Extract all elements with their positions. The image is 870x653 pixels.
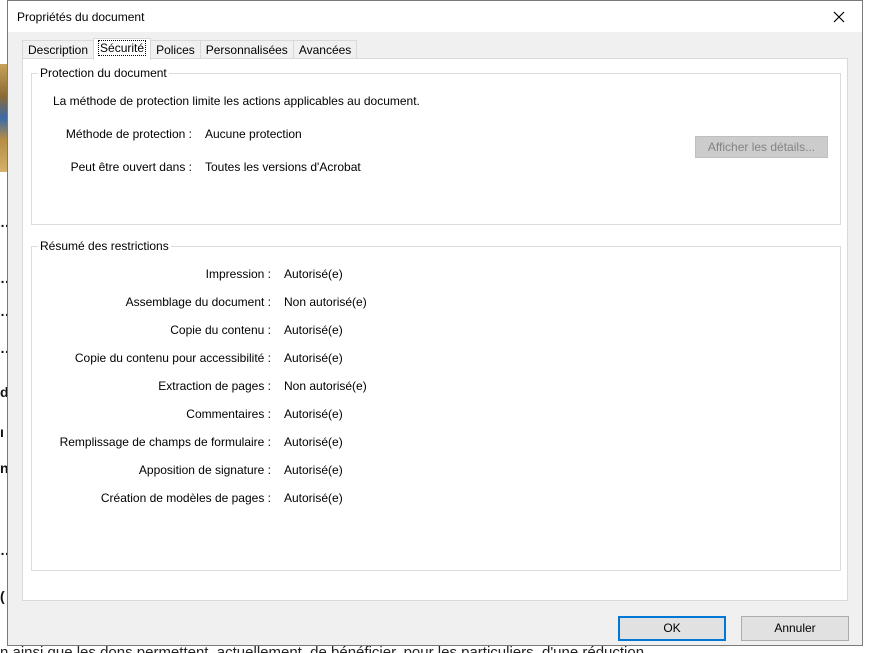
restriction-label: Commentaires : bbox=[186, 407, 271, 421]
tab-advanced[interactable]: Avancées bbox=[292, 40, 358, 60]
close-button[interactable] bbox=[816, 1, 862, 32]
restriction-label: Copie du contenu pour accessibilité : bbox=[74, 351, 271, 365]
restriction-value: Autorisé(e) bbox=[284, 267, 343, 281]
protection-method-label: Méthode de protection : bbox=[65, 127, 192, 141]
restriction-label: Assemblage du document : bbox=[125, 295, 271, 309]
tab-custom[interactable]: Personnalisées bbox=[199, 40, 294, 60]
protection-intro: La méthode de protection limite les acti… bbox=[53, 94, 420, 108]
tab-label: Personnalisées bbox=[205, 43, 288, 57]
tab-label: Polices bbox=[156, 43, 195, 57]
restriction-value: Autorisé(e) bbox=[284, 323, 343, 337]
tab-strip: Description Sécurité Polices Personnalis… bbox=[22, 38, 358, 60]
restrictions-group-title: Résumé des restrictions bbox=[38, 239, 171, 253]
restriction-label: Apposition de signature : bbox=[138, 463, 271, 477]
tab-description[interactable]: Description bbox=[22, 40, 95, 60]
opens-in-value: Toutes les versions d'Acrobat bbox=[205, 160, 361, 174]
restriction-value: Autorisé(e) bbox=[284, 435, 343, 449]
restrictions-group: Résumé des restrictions Impression : Auto… bbox=[31, 239, 841, 571]
restriction-value: Autorisé(e) bbox=[284, 407, 343, 421]
restriction-value: Non autorisé(e) bbox=[284, 295, 367, 309]
restriction-value: Autorisé(e) bbox=[284, 351, 343, 365]
tab-label: Description bbox=[28, 43, 89, 57]
restriction-value: Non autorisé(e) bbox=[284, 379, 367, 393]
protection-group: Protection du document La méthode de pro… bbox=[31, 66, 841, 225]
restriction-value: Autorisé(e) bbox=[284, 463, 343, 477]
dialog-title: Propriétés du document bbox=[17, 10, 145, 24]
restriction-label: Copie du contenu : bbox=[170, 323, 271, 337]
restriction-label: Création de modèles de pages : bbox=[100, 491, 271, 505]
restriction-label: Extraction de pages : bbox=[158, 379, 271, 393]
opens-in-label: Peut être ouvert dans : bbox=[70, 160, 192, 174]
protection-group-title: Protection du document bbox=[38, 66, 169, 80]
background-fragment: ı bbox=[0, 424, 4, 440]
cancel-button[interactable]: Annuler bbox=[741, 616, 849, 641]
restriction-value: Autorisé(e) bbox=[284, 491, 343, 505]
tab-fonts[interactable]: Polices bbox=[150, 40, 201, 60]
protection-method-value: Aucune protection bbox=[205, 127, 302, 141]
title-bar: Propriétés du document bbox=[8, 1, 862, 32]
security-tab-panel: Protection du document La méthode de pro… bbox=[22, 58, 848, 601]
tab-label: Avancées bbox=[298, 43, 352, 57]
show-details-button[interactable]: Afficher les détails... bbox=[695, 136, 828, 158]
background-fragment: ( bbox=[0, 588, 5, 604]
tab-label: Sécurité bbox=[98, 40, 147, 56]
ok-button[interactable]: OK bbox=[618, 616, 726, 641]
restriction-label: Remplissage de champs de formulaire : bbox=[59, 435, 271, 449]
restriction-label: Impression : bbox=[205, 267, 271, 281]
tab-security[interactable]: Sécurité bbox=[93, 38, 152, 60]
close-icon bbox=[833, 11, 845, 22]
document-properties-dialog: Propriétés du document Description Sécur… bbox=[7, 0, 863, 646]
